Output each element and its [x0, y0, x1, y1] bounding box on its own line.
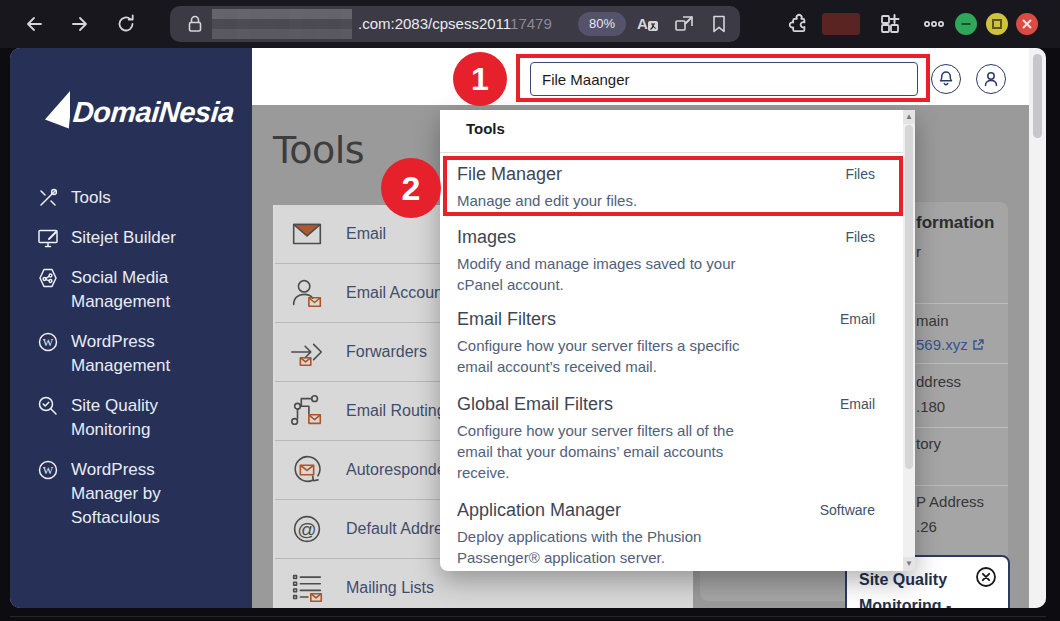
site-quality-icon [37, 395, 59, 417]
sidebar-item-wp-manager-softaculous[interactable]: W WordPress Manager by Softaculous [37, 458, 242, 530]
sitejet-icon [37, 227, 59, 249]
sidebar-item-sitejet-builder[interactable]: Sitejet Builder [37, 226, 242, 250]
email-accounts-icon [288, 274, 326, 312]
popup-title: Site QualityMonitoring - [859, 567, 951, 608]
url-bar[interactable]: .com:2083/cpsess201117479 80% A [170, 6, 740, 42]
menu-dots-icon[interactable] [922, 12, 946, 36]
popout-icon[interactable] [673, 13, 697, 35]
forwarders-icon [288, 333, 326, 371]
minimize-button[interactable] [955, 13, 977, 35]
brand-name: DomaiNesia [72, 96, 236, 129]
shared-ip-label-fragment: ddress [916, 373, 961, 390]
svg-text:W: W [43, 336, 54, 348]
close-button[interactable] [1016, 13, 1038, 35]
mailing-lists-icon [288, 569, 326, 607]
social-media-icon [37, 267, 59, 289]
wordpress-icon-2: W [37, 459, 59, 481]
notifications-button[interactable] [931, 64, 961, 94]
dropdown-scrollbar-thumb[interactable] [905, 125, 913, 469]
general-info-title-fragment: formation [916, 213, 994, 233]
user-button[interactable] [976, 64, 1006, 94]
annotation-step-1: 1 [453, 52, 507, 106]
popup-close-icon[interactable] [974, 565, 998, 589]
page-title: Tools [273, 128, 364, 172]
annotation-box-search [516, 54, 930, 102]
apps-grid-icon[interactable] [878, 12, 902, 36]
dedicated-ip-value-fragment: .26 [916, 518, 937, 535]
translate-icon[interactable]: A [636, 13, 660, 35]
result-images[interactable]: Images Files Modify and manage images sa… [457, 225, 875, 295]
result-email-filters[interactable]: Email Filters Email Configure how your s… [457, 307, 875, 377]
page-scrollbar[interactable] [1029, 48, 1046, 608]
annotation-step-2: 2 [381, 158, 441, 218]
sidebar-item-wordpress-management[interactable]: W WordPress Management [37, 330, 242, 378]
domainesia-logo[interactable]: DomaiNesia [42, 88, 234, 136]
sidebar-item-site-quality[interactable]: Site Quality Monitoring [37, 394, 242, 442]
tools-icon [37, 187, 59, 209]
sidebar-item-tools[interactable]: Tools [37, 186, 242, 210]
dedicated-ip-label-fragment: P Address [916, 493, 984, 510]
autoresponders-icon [288, 451, 326, 489]
default-address-icon: @ [288, 510, 326, 548]
page-scrollbar-thumb[interactable] [1033, 54, 1042, 138]
email-routing-icon [288, 392, 326, 430]
dropdown-scrollbar[interactable]: ▲ ▼ [903, 110, 915, 571]
shared-ip-value-fragment: .180 [916, 398, 945, 415]
zoom-level-badge[interactable]: 80% [578, 12, 626, 36]
domain-link-fragment[interactable]: 569.xyz [916, 336, 985, 353]
maximize-button[interactable] [986, 13, 1008, 35]
bookmark-icon[interactable] [708, 13, 730, 35]
result-application-manager[interactable]: Application Manager Software Deploy appl… [457, 498, 875, 568]
redacted-extension-icon[interactable] [822, 13, 860, 35]
browser-window: .com:2083/cpsess201117479 80% A DomaiNes… [0, 0, 1060, 621]
history-label-fragment: tory [916, 435, 941, 452]
page-viewport: DomaiNesia Tools Sitejet Builder Social … [10, 48, 1046, 608]
scroll-up-arrow[interactable]: ▲ [903, 110, 915, 124]
primary-domain-label-fragment: main [916, 312, 949, 329]
external-link-icon [972, 338, 985, 351]
svg-text:W: W [43, 464, 54, 476]
result-global-email-filters[interactable]: Global Email Filters Email Configure how… [457, 392, 875, 483]
current-user-fragment: r [916, 243, 921, 260]
svg-text:@: @ [297, 519, 316, 540]
svg-text:A: A [637, 15, 648, 32]
back-button[interactable] [22, 12, 46, 36]
bell-icon [936, 69, 956, 89]
redacted-domain [212, 9, 352, 39]
annotation-box-file-manager [443, 156, 903, 216]
url-text: .com:2083/cpsess201117479 [358, 15, 552, 32]
wordpress-icon: W [37, 331, 59, 353]
lock-icon [184, 13, 206, 35]
dropdown-section-title: Tools [466, 120, 505, 137]
sidebar-item-social-media[interactable]: Social Media Management [37, 266, 242, 314]
browser-toolbar: .com:2083/cpsess201117479 80% A [0, 0, 1060, 48]
reload-button[interactable] [114, 12, 138, 36]
sidebar: DomaiNesia Tools Sitejet Builder Social … [10, 48, 252, 608]
forward-button[interactable] [68, 12, 92, 36]
email-icon [288, 215, 326, 253]
extensions-puzzle-icon[interactable] [786, 12, 810, 36]
user-icon [981, 69, 1001, 89]
